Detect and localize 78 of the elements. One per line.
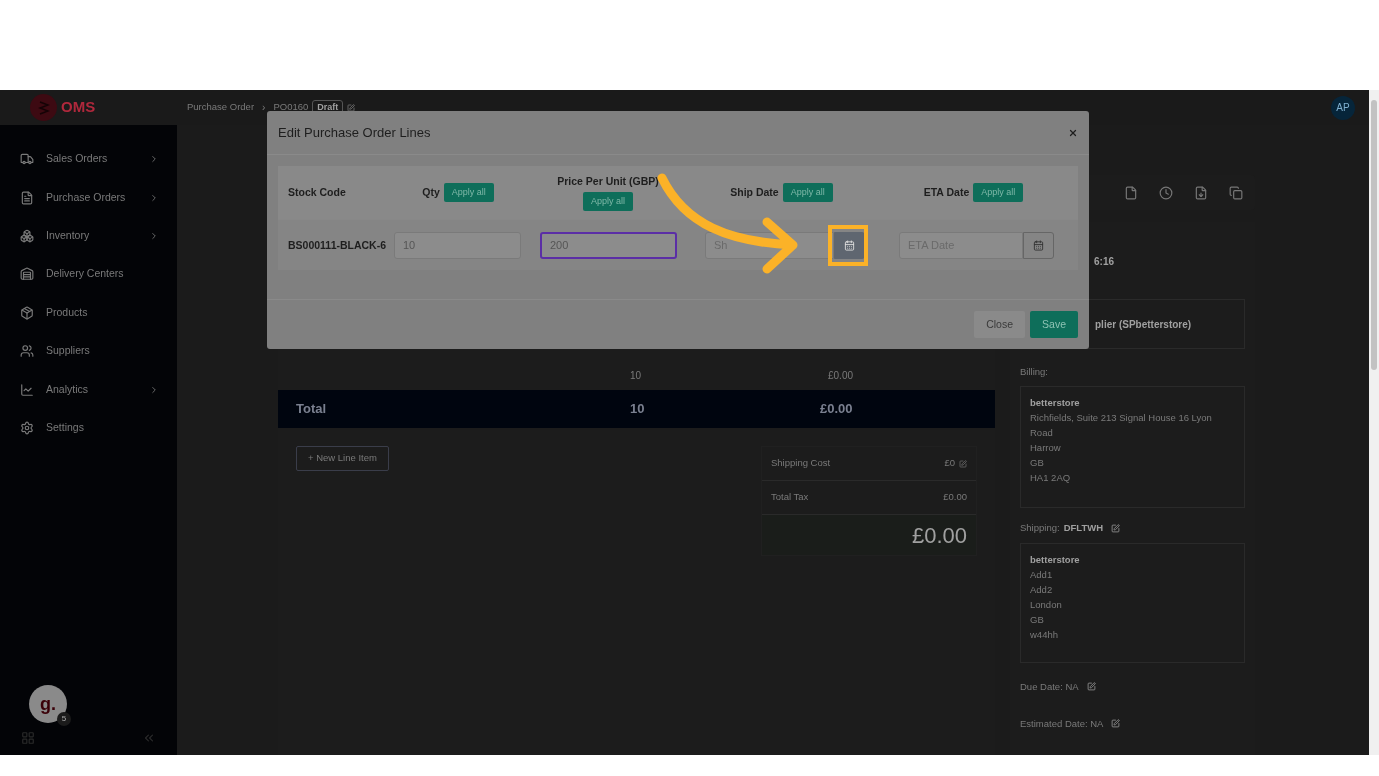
nav-icon [20,152,34,167]
clock-icon[interactable] [1159,185,1173,200]
logo-text: OMS [61,97,96,118]
summary-value: £0 [944,456,955,471]
date-label: Due Date: NA [1020,679,1079,694]
grand-total: £0.00 [911,521,967,550]
logo-icon [30,94,57,121]
scrollbar[interactable] [1369,90,1379,755]
timestamp: 6:16 [1094,255,1115,269]
address-line: w44hh [1030,627,1059,642]
column-header: Ship Date [730,184,779,200]
column-header: Stock Code [288,184,346,200]
table-cell-text: 10 [630,368,640,383]
edit-icon[interactable] [1111,719,1121,729]
sidebar-item[interactable]: Analytics [0,370,177,409]
nav-icon [20,344,34,359]
calendar-button[interactable] [1023,231,1054,259]
nav-icon [20,228,34,243]
sidebar-item[interactable]: Products [0,293,177,332]
address-line: HA1 2AQ [1030,471,1072,486]
modal-title: Edit Purchase Order Lines [278,123,431,142]
close-icon[interactable] [1068,127,1078,138]
apply-all-button[interactable]: Apply all [782,182,833,203]
summary-label: Shipping Cost [771,456,832,471]
column-header: Qty [422,184,440,200]
nav-icon [20,305,34,320]
address-line: Add2 [1030,582,1054,597]
summary-value: £0.00 [943,490,967,505]
shipping-label: Shipping: [1020,521,1060,536]
address-line: Richfields, Suite 213 Signal House 16 Lyon [1030,411,1213,426]
address-line: Add1 [1030,567,1054,582]
calendar-icon [1033,239,1044,251]
calendar-icon [844,239,855,251]
edit-icon[interactable] [1086,682,1096,692]
breadcrumb-separator: › [262,101,266,115]
column-header: Price Per Unit (GBP) [557,173,659,189]
copy-icon[interactable] [1229,185,1243,200]
edit-icon[interactable] [959,459,967,468]
table-cell-text: £0.00 [828,368,854,383]
sidebar-item[interactable]: Delivery Centers [0,255,177,294]
sidebar-item[interactable]: Suppliers [0,331,177,371]
breadcrumb-link[interactable]: Purchase Order [187,100,255,115]
address-line: London [1030,597,1063,612]
summary-label: Total Tax [771,490,810,505]
sidebar-item[interactable]: Inventory [0,216,177,256]
calendar-button[interactable] [834,231,865,259]
document-icon[interactable] [1124,185,1138,200]
edit-icon[interactable] [347,103,356,112]
nav-icon [20,190,34,205]
nav-icon [20,382,34,397]
address-name: betterstore [1030,552,1081,567]
apply-all-button[interactable]: Apply all [443,182,494,203]
breadcrumb-current: PO0160 [273,100,309,115]
notification-count: 5 [57,712,71,726]
column-header: ETA Date [923,184,970,200]
apply-all-button[interactable]: Apply all [973,182,1024,203]
nav-icon [20,420,34,435]
stock-code: BS000111-BLACK-6 [287,237,388,253]
sidebar-item[interactable]: Purchase Orders [0,178,177,217]
address-name: betterstore [1030,396,1081,411]
address-line: GB [1030,612,1045,627]
shipping-code: DFLTWH [1063,521,1104,536]
user-avatar[interactable]: AP [1331,95,1355,120]
address-line: Harrow [1030,441,1062,456]
date-label: Estimated Date: NA [1020,716,1104,731]
new-line-item-button[interactable]: + New Line Item [296,446,389,471]
address-line: Road [1030,426,1054,441]
sidebar-item[interactable]: Sales Orders [0,140,177,179]
highlight-frame [828,225,868,266]
apply-all-button[interactable]: Apply all [583,191,633,212]
billing-label: Billing: [1020,365,1049,379]
sidebar-item[interactable]: Settings [0,408,177,448]
nav-icon [20,267,34,282]
save-button[interactable]: Save [1030,311,1078,338]
edit-icon[interactable] [1111,523,1121,533]
close-button[interactable]: Close [974,311,1026,338]
total-row: Total 10 £0.00 [278,390,995,428]
address-line: GB [1030,456,1045,471]
